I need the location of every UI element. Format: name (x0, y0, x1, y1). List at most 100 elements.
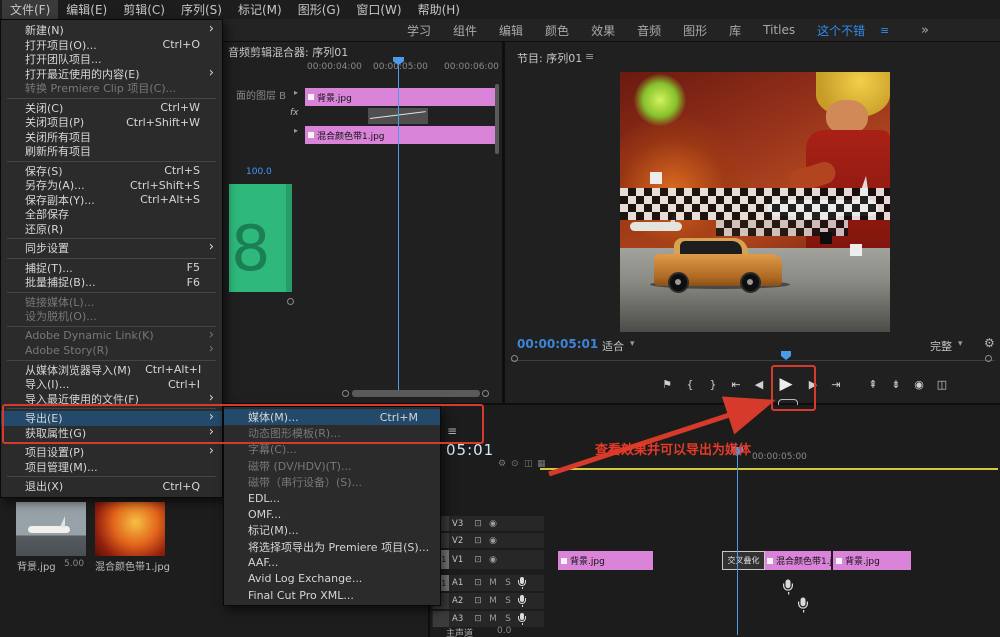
timeline-clip[interactable]: 混合颜色带1.jpg (305, 126, 495, 144)
timeline-timecode[interactable]: 05:01 (446, 441, 494, 459)
menu-bar-item[interactable]: 文件(F) (2, 0, 58, 19)
track-output-eye-icon[interactable]: ◉ (487, 536, 499, 546)
file-menu-item[interactable]: 关闭所有项目 (1, 130, 222, 145)
export-submenu-item[interactable]: 磁带（串行设备）(S)... (224, 474, 440, 490)
workspace-tab[interactable]: 学习 (396, 22, 442, 39)
file-menu-item[interactable]: 设为脱机(O)... (1, 309, 222, 324)
file-menu-item[interactable]: Adobe Dynamic Link(K) (1, 329, 222, 344)
workspace-tab[interactable]: 效果 (580, 22, 626, 39)
workspace-tab[interactable]: 编辑 (488, 22, 534, 39)
menu-bar-item[interactable]: 剪辑(C) (115, 0, 173, 19)
go-to-in-button[interactable]: ⇤ (729, 378, 743, 391)
A3[interactable]: A3 ⊡ M S (432, 611, 544, 627)
scroll-handle[interactable] (287, 298, 294, 305)
sync-lock-icon[interactable]: ⊡ (472, 578, 484, 588)
sync-lock-icon[interactable]: ⊡ (472, 614, 484, 624)
voiceover-record-icon[interactable] (517, 613, 527, 625)
mute-button[interactable]: M (487, 578, 499, 588)
add-marker-button[interactable]: ⚑ (660, 378, 674, 391)
timeline-clip[interactable]: 背景.jpg (558, 551, 653, 570)
scrollbar-end[interactable] (482, 390, 489, 397)
menu-bar-item[interactable]: 帮助(H) (410, 0, 468, 19)
file-menu-item[interactable]: 批量捕捉(B)... F6 (1, 275, 222, 290)
chevron-down-icon[interactable]: ▾ (958, 339, 963, 349)
fit-dropdown[interactable]: 适合 (602, 338, 624, 354)
file-menu-item[interactable]: 同步设置 (1, 241, 222, 256)
sync-lock-icon[interactable]: ⊡ (472, 519, 484, 529)
file-menu-item[interactable]: 全部保存 (1, 207, 222, 222)
quality-dropdown[interactable]: 完整 (930, 338, 952, 354)
program-timecode[interactable]: 00:00:05:01 (517, 337, 598, 351)
timeline-settings-icon[interactable]: ⚙ (498, 459, 506, 469)
source-patch[interactable] (433, 611, 449, 627)
A1[interactable]: A1 A1 ⊡ M S (432, 575, 544, 591)
file-menu-item[interactable]: 刷新所有项目 (1, 144, 222, 159)
voiceover-record-icon[interactable] (517, 595, 527, 607)
file-menu-item[interactable]: 链接媒体(L)... (1, 295, 222, 310)
export-submenu-item[interactable]: OMF... (224, 506, 440, 522)
mute-button[interactable]: M (487, 596, 499, 606)
menu-bar-item[interactable]: 序列(S) (173, 0, 230, 19)
project-item-name[interactable]: 背景.jpg (17, 558, 56, 573)
sync-lock-icon[interactable]: ⊡ (472, 555, 484, 565)
export-submenu-item[interactable]: Final Cut Pro XML... (224, 587, 440, 603)
file-menu-item[interactable]: 关闭项目(P) Ctrl+Shift+W (1, 115, 222, 130)
workspace-tab[interactable]: 音频 (626, 22, 672, 39)
export-submenu-item[interactable]: 将选择项导出为 Premiere 项目(S)... (224, 539, 440, 555)
timeline-playhead-line[interactable] (737, 449, 738, 635)
project-item-name[interactable]: 混合颜色带1.jpg (95, 558, 170, 573)
disclosure-triangle-icon[interactable]: ▸ (294, 88, 298, 97)
go-to-out-button[interactable]: ⇥ (829, 378, 843, 391)
export-frame-button[interactable]: ◉ (912, 378, 926, 391)
panel-menu-icon[interactable]: ≡ (447, 424, 457, 438)
export-submenu-item[interactable]: AAF... (224, 555, 440, 571)
V3[interactable]: V3 ⊡ ◉ (432, 516, 544, 531)
track-output-eye-icon[interactable]: ◉ (487, 555, 499, 565)
file-menu-item[interactable]: 保存(S) Ctrl+S (1, 164, 222, 179)
comparison-view-button[interactable]: ◫ (935, 378, 949, 391)
solo-button[interactable]: S (502, 596, 514, 606)
menu-bar-item[interactable]: 标记(M) (230, 0, 290, 19)
file-menu-item[interactable]: 项目设置(P) (1, 445, 222, 460)
scrub-end[interactable] (511, 355, 518, 362)
voiceover-record-icon[interactable] (517, 577, 527, 589)
horizontal-scrollbar[interactable] (352, 390, 480, 397)
file-menu-item[interactable]: 关闭(C) Ctrl+W (1, 101, 222, 116)
file-menu-item[interactable]: 导出(E) (1, 411, 222, 426)
export-submenu-item[interactable]: EDL... (224, 490, 440, 506)
linked-selection-icon[interactable]: ◫ (524, 459, 533, 469)
file-menu-item[interactable]: 打开团队项目... (1, 52, 222, 67)
timeline-clip[interactable]: 背景.jpg (833, 551, 911, 570)
menu-bar-item[interactable]: 编辑(E) (58, 0, 115, 19)
panel-menu-icon[interactable]: ≡ (585, 50, 594, 63)
voiceover-record-icon[interactable] (782, 580, 795, 595)
voiceover-record-icon[interactable] (797, 598, 810, 613)
playhead-line[interactable] (398, 59, 399, 395)
timeline-clip[interactable]: 背景.jpg (305, 88, 495, 106)
file-menu-item[interactable]: 打开项目(O)... Ctrl+O (1, 38, 222, 53)
export-submenu-item[interactable]: 动态图形模板(R)... (224, 425, 440, 441)
file-menu-item[interactable]: 退出(X) Ctrl+Q (1, 479, 222, 494)
file-menu-item[interactable]: 获取属性(G) (1, 426, 222, 441)
workspace-menu-icon[interactable]: ≡ (880, 24, 889, 37)
play-button[interactable]: ▶ (775, 374, 797, 394)
step-back-button[interactable]: ◀ (752, 378, 766, 391)
file-menu-item[interactable]: 转换 Premiere Clip 项目(C)... (1, 81, 222, 96)
sync-lock-icon[interactable]: ⊡ (472, 596, 484, 606)
gain-value[interactable]: 100.0 (246, 167, 272, 177)
file-menu-item[interactable]: 保存副本(Y)... Ctrl+Alt+S (1, 193, 222, 208)
export-submenu-item[interactable]: Avid Log Exchange... (224, 571, 440, 587)
mark-out-button[interactable]: } (706, 378, 720, 391)
workspace-tab[interactable]: 库 (718, 22, 752, 39)
master-level-value[interactable]: 0.0 (497, 626, 511, 636)
program-scrub-track[interactable] (511, 360, 995, 361)
vertical-scrollbar[interactable] (495, 84, 499, 154)
export-submenu-item[interactable]: 标记(M)... (224, 522, 440, 538)
file-menu-item[interactable]: 打开最近使用的内容(E) (1, 67, 222, 82)
project-item-thumbnail[interactable] (95, 502, 165, 556)
disclosure-triangle-icon[interactable]: ▸ (294, 126, 298, 135)
file-menu-item[interactable]: Adobe Story(R) (1, 343, 222, 358)
transition-clip[interactable]: 交叉叠化 (722, 551, 765, 570)
export-submenu-item[interactable]: 磁带 (DV/HDV)(T)... (224, 458, 440, 474)
workspace-tab[interactable]: 这个不错 (806, 22, 876, 39)
